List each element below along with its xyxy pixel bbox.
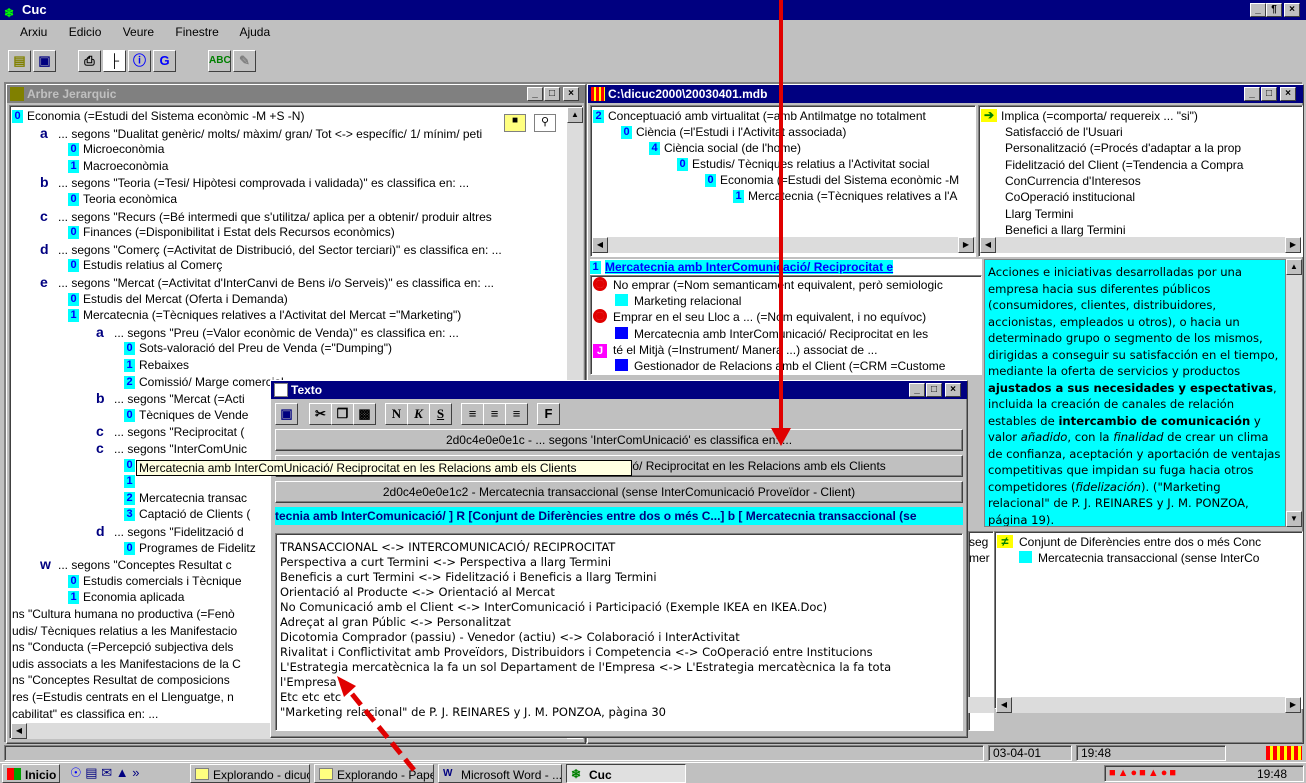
annotation-arrows	[337, 0, 791, 772]
red-arrow-down-head	[771, 428, 791, 446]
red-arrow-diagonal	[350, 692, 416, 772]
